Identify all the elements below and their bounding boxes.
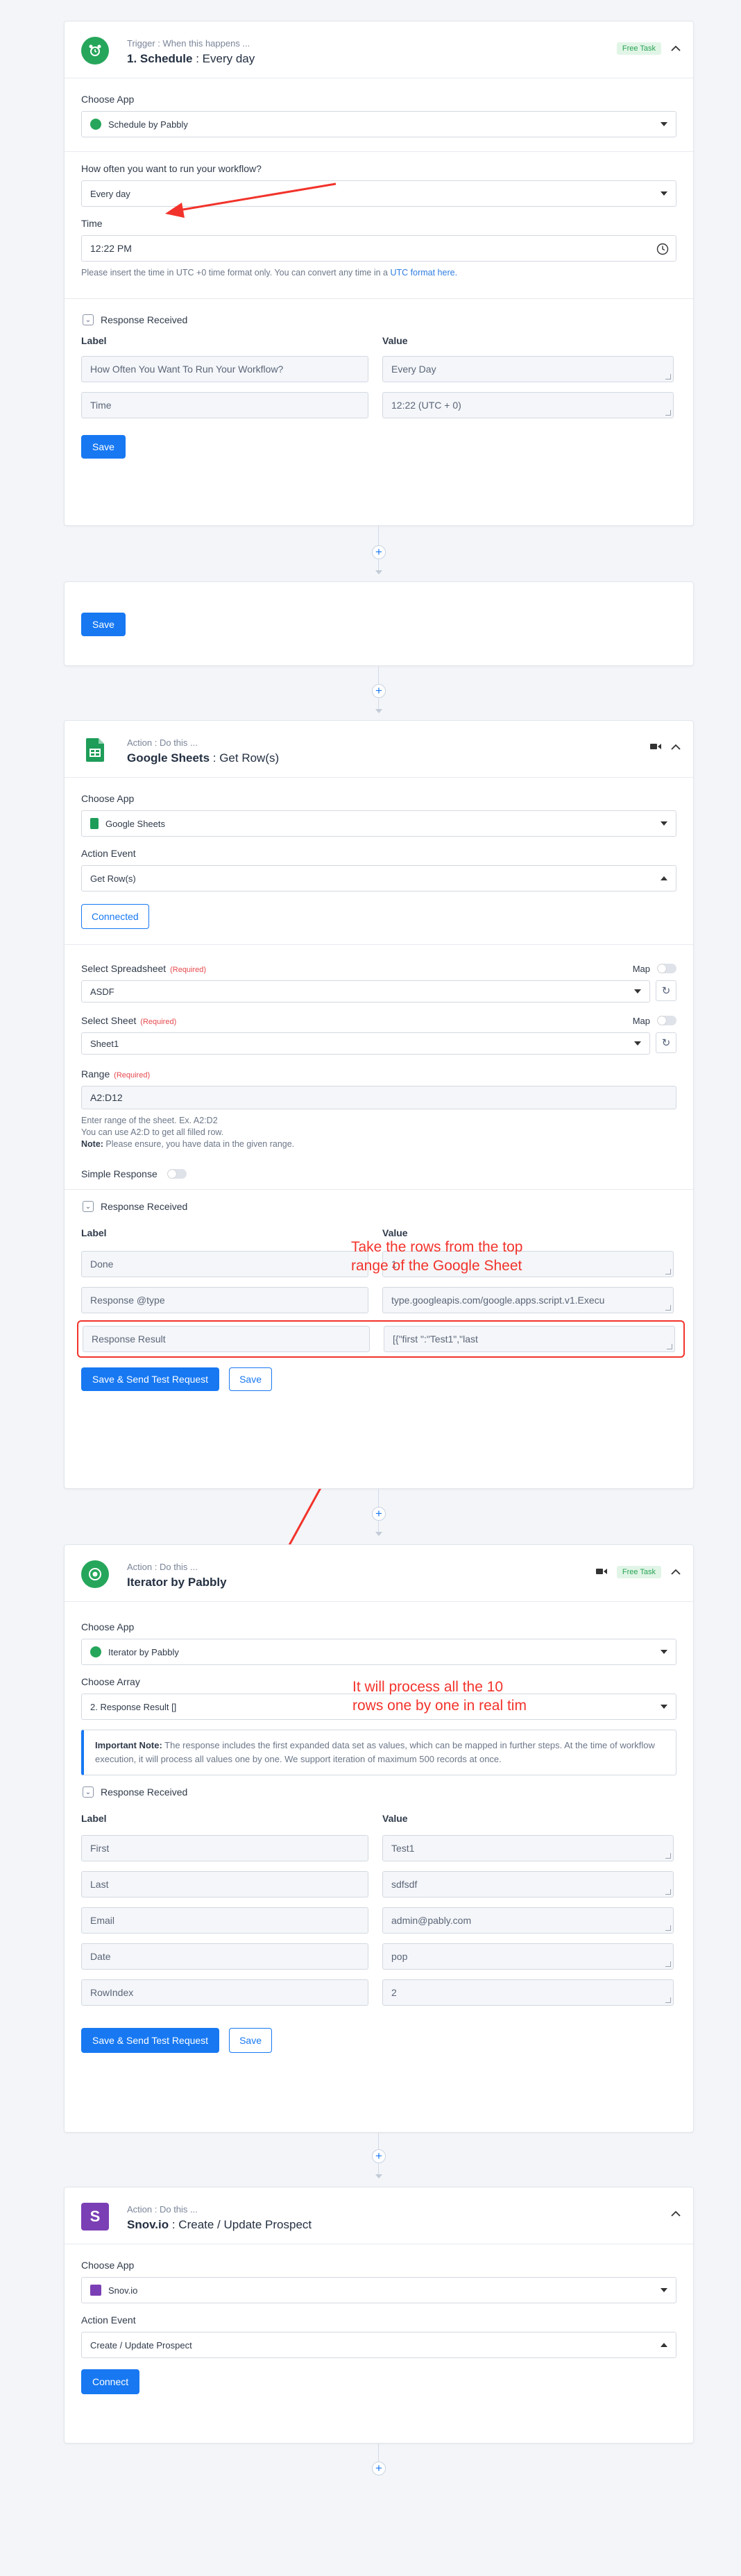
action-event-select[interactable]: Get Row(s)	[81, 865, 676, 892]
response-label-cell: Response Result	[83, 1326, 370, 1352]
response-received-toggle[interactable]: ⌄ Response Received	[81, 1201, 676, 1212]
spreadsheet-label: Select Spreadsheet (Required)	[81, 963, 207, 974]
range-help-text: Enter range of the sheet. Ex. A2:D2 You …	[81, 1116, 295, 1149]
dropdown-caret-icon	[634, 989, 641, 993]
range-label: Range (Required)	[81, 1068, 151, 1080]
collapse-chevron-icon[interactable]	[671, 2208, 681, 2219]
spreadsheet-select[interactable]: ASDF	[81, 980, 650, 1003]
google-sheets-small-icon	[90, 818, 99, 829]
dropdown-caret-icon	[661, 1650, 667, 1654]
label-column-header: Label	[81, 1227, 107, 1238]
dropdown-caret-icon	[661, 2288, 667, 2292]
empty-step-card: Save	[64, 581, 694, 666]
response-value-cell[interactable]: [{"first ":"Test1","last	[384, 1326, 675, 1352]
response-value-cell[interactable]: sdfsdf	[382, 1871, 674, 1897]
value-column-header: Value	[382, 1813, 408, 1824]
map-toggle[interactable]	[657, 964, 676, 973]
map-toggle[interactable]	[657, 1016, 676, 1025]
important-note: Important Note: The response includes th…	[81, 1730, 676, 1775]
iterator-small-icon	[90, 1646, 101, 1657]
choose-app-select[interactable]: Iterator by Pabbly	[81, 1639, 676, 1665]
save-send-test-button[interactable]: Save & Send Test Request	[81, 2028, 220, 2053]
save-button[interactable]: Save	[229, 2028, 272, 2053]
choose-app-select[interactable]: Snov.io	[81, 2277, 676, 2303]
response-label-cell: Response @type	[81, 1287, 368, 1313]
sheet-select[interactable]: Sheet1	[81, 1032, 650, 1055]
snov-card: S Action : Do this ... Snov.io : Create …	[64, 2187, 694, 2443]
response-result-row-highlight: Response Result [{"first ":"Test1","last	[77, 1320, 685, 1358]
value-column-header: Value	[382, 1227, 408, 1238]
label-column-header: Label	[81, 1813, 107, 1824]
add-step-button[interactable]: +	[372, 545, 386, 559]
iterator-title: Iterator by Pabbly	[127, 1576, 227, 1589]
add-step-button[interactable]: +	[372, 684, 386, 698]
connected-button[interactable]: Connected	[81, 904, 149, 929]
response-value-cell[interactable]: type.googleapis.com/google.apps.script.v…	[382, 1287, 674, 1313]
response-label-cell: First	[81, 1835, 368, 1861]
response-received-toggle[interactable]: ⌄ Response Received	[81, 1786, 676, 1798]
snov-app-icon: S	[81, 2203, 109, 2230]
save-send-test-button[interactable]: Save & Send Test Request	[81, 1367, 220, 1391]
video-icon[interactable]	[595, 1567, 607, 1578]
chevron-down-icon: ⌄	[83, 1786, 94, 1798]
google-sheets-card: Action : Do this ... Google Sheets : Get…	[64, 720, 694, 1489]
choose-app-label: Choose App	[81, 2260, 135, 2271]
collapse-chevron-icon[interactable]	[671, 742, 681, 753]
response-label-cell: Date	[81, 1943, 368, 1970]
simple-response-toggle[interactable]	[167, 1169, 187, 1179]
iterator-app-icon	[81, 1560, 109, 1588]
free-task-badge: Free Task	[616, 1566, 661, 1578]
iterator-card: Action : Do this ... Iterator by Pabbly …	[64, 1544, 694, 2133]
choose-app-label: Choose App	[81, 1621, 135, 1632]
refresh-icon[interactable]: ↻	[656, 980, 676, 1001]
save-button[interactable]: Save	[81, 613, 126, 636]
action-event-label: Action Event	[81, 2314, 136, 2326]
collapse-chevron-icon[interactable]	[671, 1567, 681, 1578]
response-value-cell[interactable]: pop	[382, 1943, 674, 1970]
google-sheets-title: Google Sheets : Get Row(s)	[127, 751, 280, 765]
sheet-annotation: Take the rows from the top range of the …	[351, 1239, 523, 1274]
connect-button[interactable]: Connect	[81, 2369, 140, 2394]
google-sheets-icon	[81, 736, 109, 764]
snov-header[interactable]: S Action : Do this ... Snov.io : Create …	[65, 2187, 693, 2244]
google-sheets-header[interactable]: Action : Do this ... Google Sheets : Get…	[65, 721, 693, 778]
action-event-label: Action Event	[81, 848, 136, 859]
iterator-annotation: It will process all the 10 rows one by o…	[352, 1679, 527, 1714]
snov-title: Snov.io : Create / Update Prospect	[127, 2218, 312, 2231]
dropdown-caret-icon	[661, 1705, 667, 1709]
simple-response-label: Simple Response	[81, 1168, 157, 1179]
range-input[interactable]: A2:D12	[81, 1086, 676, 1109]
add-step-button[interactable]: +	[372, 1507, 386, 1521]
map-label: Map	[632, 963, 650, 974]
choose-app-select[interactable]: Google Sheets	[81, 810, 676, 837]
response-label-cell: RowIndex	[81, 1979, 368, 2006]
snov-small-icon	[90, 2285, 101, 2296]
add-step-button[interactable]: +	[372, 2149, 386, 2163]
action-event-select[interactable]: Create / Update Prospect	[81, 2332, 676, 2358]
sheet-label: Select Sheet (Required)	[81, 1015, 177, 1026]
action-subtitle: Action : Do this ...	[127, 737, 198, 748]
response-label-cell: Done	[81, 1251, 368, 1277]
response-value-cell[interactable]: admin@pably.com	[382, 1907, 674, 1934]
add-step-button[interactable]: +	[372, 2462, 386, 2475]
save-button[interactable]: Save	[229, 1367, 272, 1391]
dropdown-caret-icon	[661, 876, 667, 880]
dropdown-caret-icon	[634, 1041, 641, 1046]
action-subtitle: Action : Do this ...	[127, 1562, 198, 1572]
dropdown-caret-icon	[661, 821, 667, 826]
chevron-down-icon: ⌄	[83, 1201, 94, 1212]
video-icon[interactable]	[650, 742, 661, 753]
refresh-icon[interactable]: ↻	[656, 1032, 676, 1053]
dropdown-caret-icon	[661, 2343, 667, 2347]
response-value-cell[interactable]: Test1	[382, 1835, 674, 1861]
map-label: Map	[632, 1015, 650, 1026]
response-value-cell[interactable]: 2	[382, 1979, 674, 2006]
iterator-header[interactable]: Action : Do this ... Iterator by Pabbly …	[65, 1545, 693, 1602]
choose-app-label: Choose App	[81, 793, 135, 804]
response-label-cell: Last	[81, 1871, 368, 1897]
response-label-cell: Email	[81, 1907, 368, 1934]
action-subtitle: Action : Do this ...	[127, 2204, 198, 2215]
